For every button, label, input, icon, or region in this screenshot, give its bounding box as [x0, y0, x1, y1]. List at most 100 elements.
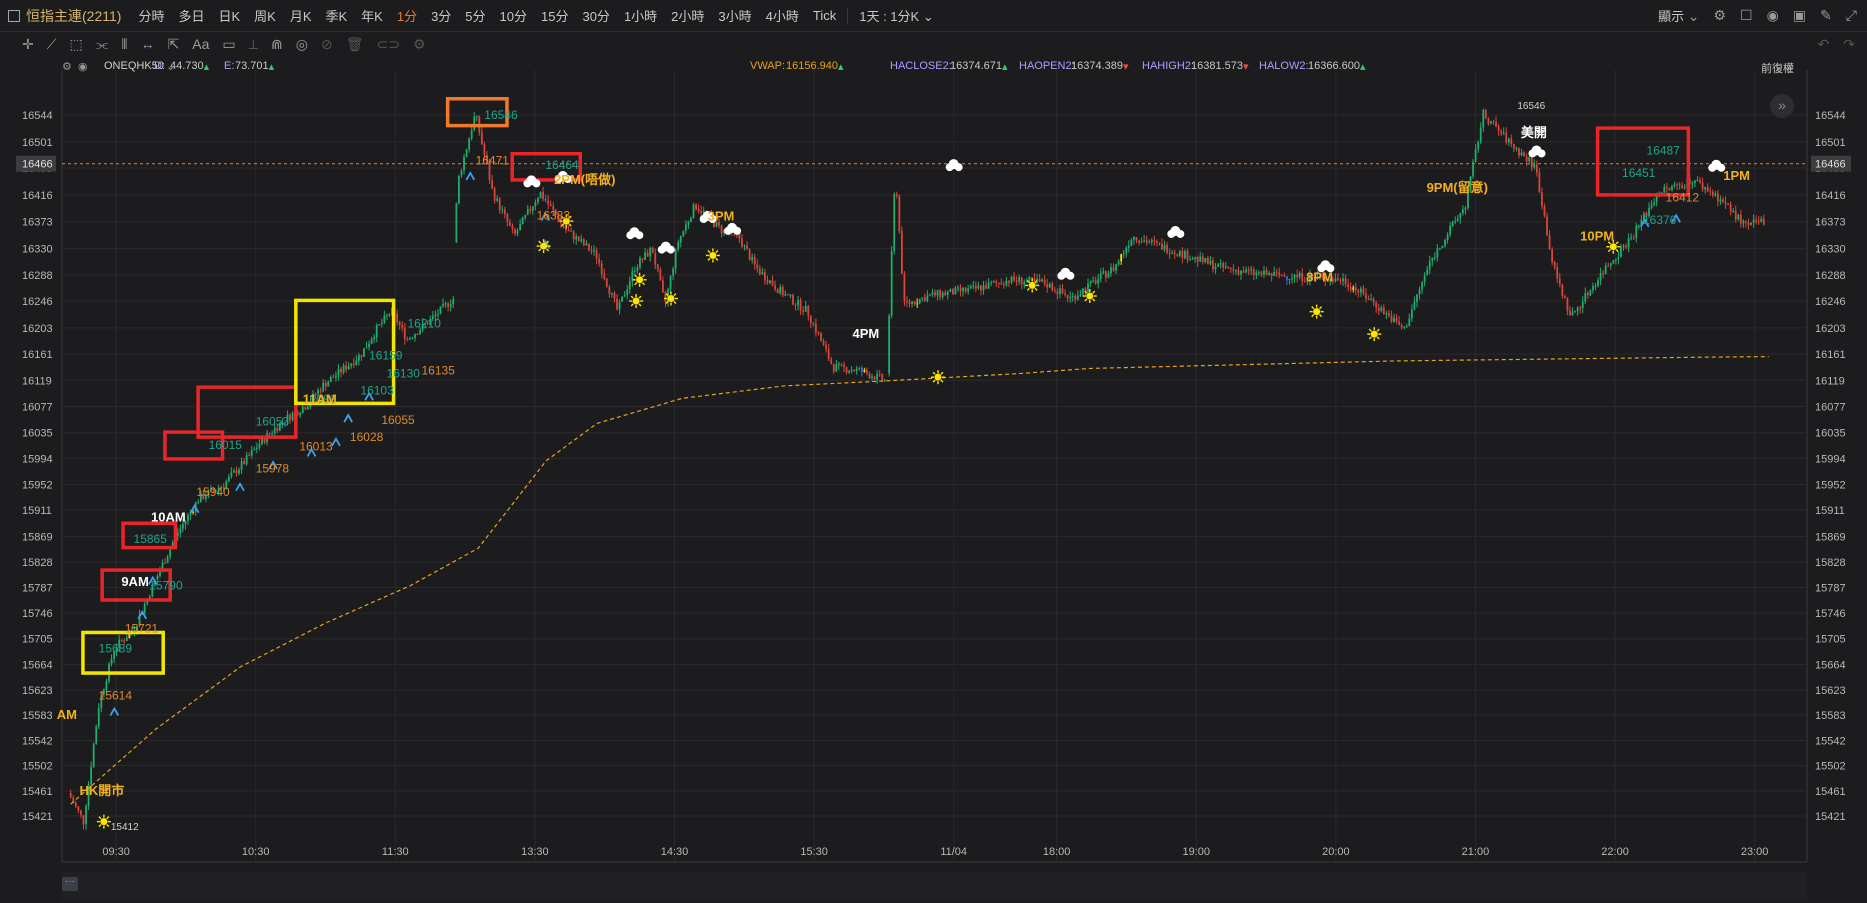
candle-body-659: [1752, 219, 1755, 223]
candle-body-312: [866, 369, 868, 374]
candle-body-481: [1298, 272, 1301, 278]
candle-body-403: [1099, 273, 1102, 279]
candle-body-614: [1637, 225, 1640, 227]
candle-body-465: [1257, 272, 1260, 274]
candle-body-560: [1500, 131, 1503, 134]
candle-body-307: [853, 370, 856, 372]
candle-body-427: [1161, 243, 1163, 250]
candle-body-301: [837, 363, 840, 365]
candle-body-182: [534, 202, 537, 207]
scroll-handle[interactable]: ···: [62, 877, 78, 891]
x-tick-9: 20:00: [1322, 846, 1350, 858]
candle-body-629: [1676, 184, 1678, 186]
sun-icon-11: [1367, 327, 1382, 342]
candle-body-231: [659, 269, 662, 281]
candle-body-439: [1191, 258, 1194, 260]
candle-body-508: [1367, 298, 1370, 300]
candle-body-569: [1523, 152, 1525, 157]
candle-body-281: [786, 294, 789, 296]
candle-body-539: [1446, 234, 1449, 240]
candle-body-606: [1617, 256, 1620, 260]
candle-body-639: [1701, 182, 1704, 190]
session-label-2: 9AM: [121, 574, 148, 589]
candle-body-412: [1122, 252, 1125, 255]
candle-body-279: [781, 286, 784, 296]
candle-body-67: [240, 461, 243, 470]
candle-body-0: [69, 792, 72, 798]
candle-body-135: [414, 334, 416, 338]
price-chart[interactable]: 1654416544165011650116459164591641616416…: [0, 0, 1867, 903]
candle-body-326: [903, 273, 906, 301]
candle-body-538: [1444, 239, 1446, 247]
candle-body-151: [455, 203, 458, 243]
y-tick-left-0: 16544: [22, 110, 53, 122]
candle-body-109: [347, 365, 350, 370]
candle-body-78: [268, 433, 271, 435]
candle-body-102: [329, 377, 332, 382]
candle-body-514: [1382, 307, 1385, 315]
candle-body-286: [799, 300, 802, 311]
candle-body-474: [1280, 275, 1283, 277]
candle-body-86: [289, 414, 291, 421]
sun-icon-0: [96, 814, 111, 829]
candle-body-313: [868, 373, 871, 379]
candle-body-371: [1018, 277, 1021, 282]
time-scrollbar[interactable]: [62, 872, 1807, 900]
candle-body-247: [700, 210, 703, 214]
candle-body-145: [439, 306, 442, 314]
candle-body-333: [921, 297, 924, 299]
candle-body-597: [1594, 285, 1597, 287]
candle-body-11: [97, 708, 100, 727]
candle-body-452: [1224, 266, 1227, 268]
candle-body-111: [352, 363, 355, 365]
candle-body-342: [944, 292, 947, 295]
candle-body-640: [1704, 187, 1707, 190]
candle-body-422: [1148, 242, 1151, 244]
candle-body-583: [1558, 278, 1561, 285]
candle-body-8: [90, 766, 93, 785]
candle-body-580: [1551, 249, 1554, 263]
candle-body-79: [271, 433, 274, 435]
candle-body-434: [1178, 250, 1181, 257]
y-tick-left-23: 15583: [22, 710, 53, 722]
candle-body-408: [1112, 267, 1115, 271]
candle-body-128: [396, 313, 399, 323]
candle-body-343: [946, 291, 949, 295]
candle-body-654: [1739, 214, 1742, 224]
price-annotation-21: 16464: [545, 158, 579, 172]
candle-body-535: [1436, 248, 1439, 258]
candle-body-224: [641, 258, 644, 260]
y-tick-left-14: 15952: [22, 480, 53, 492]
candle-body-424: [1153, 240, 1156, 242]
candle-body-438: [1189, 259, 1191, 261]
candle-body-364: [1000, 282, 1003, 285]
candle-body-218: [626, 289, 629, 296]
candle-body-648: [1724, 202, 1727, 205]
y-tick-right-26: 15461: [1815, 786, 1846, 798]
cloud-icon-3: [657, 241, 675, 254]
candle-body-442: [1199, 256, 1202, 262]
price-annotation-9: 16013: [299, 439, 333, 453]
candle-body-469: [1268, 272, 1270, 275]
candle-body-315: [873, 376, 876, 380]
candle-body-413: [1125, 247, 1128, 253]
candle-body-644: [1714, 193, 1717, 196]
candle-body-309: [858, 367, 861, 369]
candle-body-451: [1222, 263, 1225, 268]
candle-body-642: [1709, 191, 1712, 193]
candle-body-268: [753, 257, 756, 265]
candle-body-600: [1602, 273, 1605, 275]
price-annotation-8: 16015: [209, 438, 243, 452]
candle-body-277: [776, 289, 779, 294]
cloud-icon-10: [1528, 145, 1546, 158]
candle-body-129: [398, 322, 401, 326]
candle-body-462: [1250, 269, 1253, 271]
candle-body-131: [403, 327, 406, 339]
candle-body-73: [255, 447, 258, 449]
candle-body-544: [1459, 213, 1462, 219]
candle-body-585: [1563, 296, 1566, 298]
candle-body-602: [1607, 265, 1610, 267]
candle-body-130: [401, 325, 404, 328]
candle-body-370: [1015, 280, 1018, 282]
candle-body-423: [1150, 240, 1153, 243]
